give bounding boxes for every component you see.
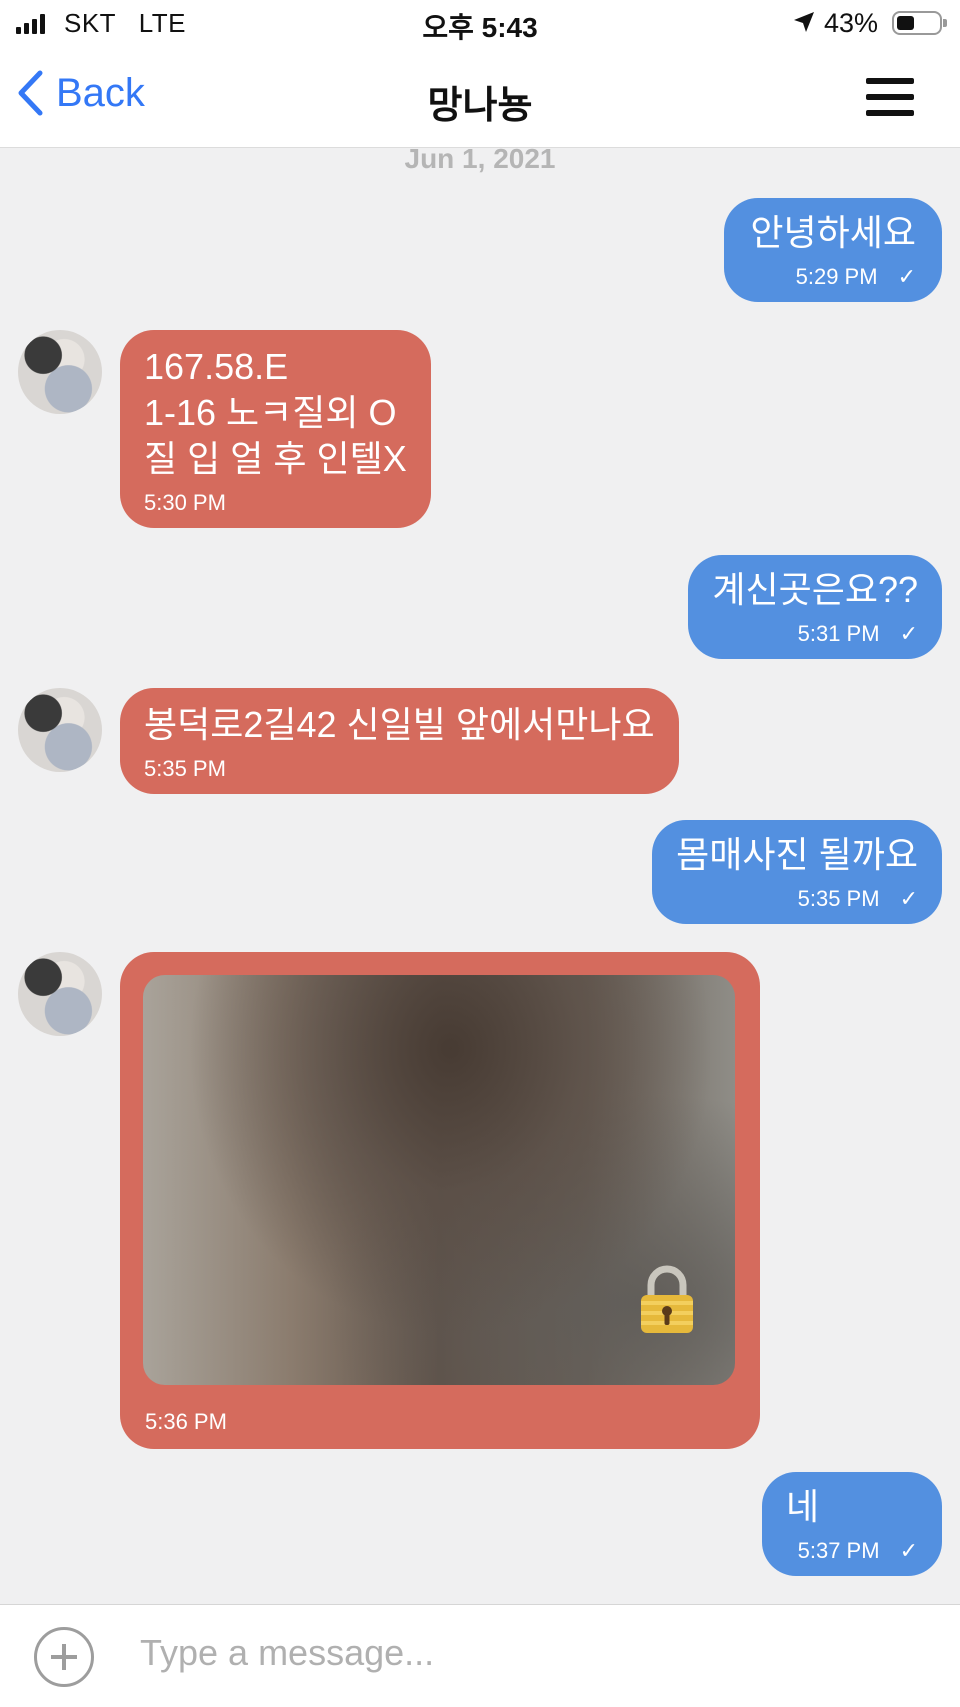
battery-percent: 43% (824, 8, 879, 38)
read-check-icon: ✓ (899, 1538, 918, 1563)
status-bar: SKT LTE 오후 5:43 43% (0, 0, 960, 48)
date-divider: Jun 1, 2021 (404, 143, 556, 174)
message-time: 5:36 PM (145, 1409, 227, 1434)
message-time: 5:31 PM (797, 621, 880, 646)
battery-icon (892, 11, 947, 35)
blurred-photo[interactable] (143, 975, 735, 1385)
incoming-message[interactable]: 167.58.E 1-16 노ㅋ질외 O 질 입 얼 후 인텔X 5:30 PM (120, 330, 431, 528)
read-check-icon: ✓ (899, 886, 918, 911)
location-arrow-icon (794, 12, 814, 32)
message-composer (0, 1604, 960, 1707)
message-text: 계신곳은요?? (712, 569, 918, 610)
contact-avatar[interactable] (18, 952, 102, 1036)
message-time: 5:29 PM (795, 264, 878, 289)
message-text: 안녕하세요 (750, 212, 916, 253)
status-time: 오후 5:43 (422, 12, 538, 43)
message-input[interactable] (140, 1625, 920, 1681)
read-check-icon: ✓ (897, 264, 916, 289)
read-check-icon: ✓ (899, 621, 918, 646)
outgoing-message[interactable]: 안녕하세요 5:29 PM ✓ (724, 198, 942, 302)
message-time: 5:37 PM (797, 1538, 880, 1563)
message-text: 몸매사진 될까요 (676, 834, 918, 875)
incoming-image-message[interactable]: 5:36 PM (120, 952, 760, 1449)
message-time: 5:35 PM (144, 756, 226, 781)
outgoing-message[interactable]: 계신곳은요?? 5:31 PM ✓ (688, 555, 942, 659)
message-text: 봉덕로2길42 신일빌 앞에서만나요 (144, 704, 655, 745)
contact-avatar[interactable] (18, 688, 102, 772)
message-text: 167.58.E 1-16 노ㅋ질외 O 질 입 얼 후 인텔X (144, 346, 407, 479)
navigation-bar: Back 망나뇽 (0, 48, 960, 148)
message-text: 네 (786, 1486, 820, 1527)
contact-avatar[interactable] (18, 330, 102, 414)
plus-circle-icon[interactable] (34, 1627, 94, 1687)
chat-title: 망나뇽 (427, 85, 533, 127)
message-time: 5:30 PM (144, 490, 226, 515)
padlock-icon (641, 1265, 693, 1333)
hamburger-menu-icon[interactable] (866, 78, 914, 116)
outgoing-message[interactable]: 몸매사진 될까요 5:35 PM ✓ (652, 820, 942, 924)
outgoing-message[interactable]: 네 5:37 PM ✓ (762, 1472, 942, 1576)
incoming-message[interactable]: 봉덕로2길42 신일빌 앞에서만나요 5:35 PM (120, 688, 679, 794)
message-time: 5:35 PM (797, 886, 880, 911)
